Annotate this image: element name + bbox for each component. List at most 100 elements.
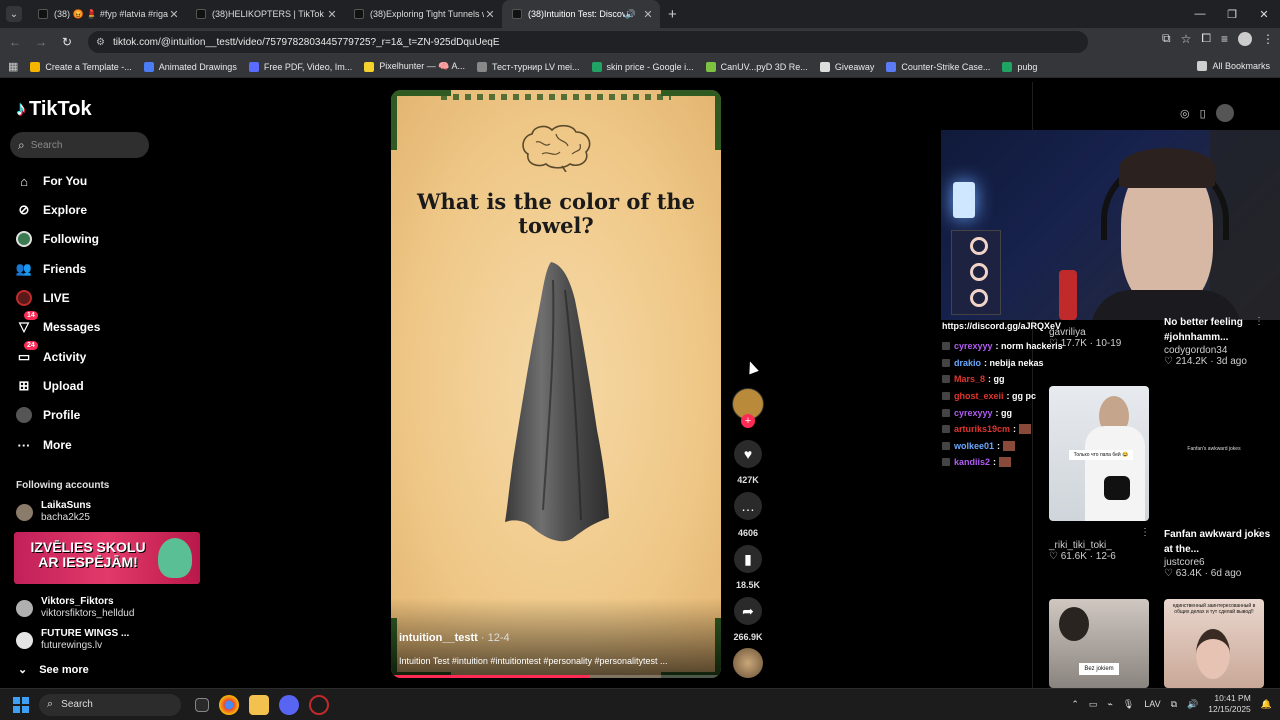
bookmark-item[interactable]: skin price - Google i... [591, 61, 694, 72]
bookmark-item[interactable]: Counter-Strike Case... [886, 61, 990, 72]
discord-icon[interactable] [279, 694, 299, 715]
browser-tab-3[interactable]: (38)Exploring Tight Tunnels wit ✕ [344, 0, 502, 28]
bookmark-item[interactable]: Pixelhunter — 🧠 A... [364, 61, 465, 72]
bookmark-item[interactable]: Free PDF, Video, Im... [248, 61, 352, 72]
close-tab-icon[interactable]: ✕ [326, 8, 338, 21]
bookmark-favicon-icon [591, 61, 602, 72]
close-tab-icon[interactable]: ✕ [484, 8, 496, 21]
browser-tab-active[interactable]: (38)Intuition Test: Discover 🔊 ✕ [502, 0, 660, 28]
nav-activity[interactable]: ▭ 24 Activity [16, 341, 86, 365]
bookmark-star-icon[interactable]: ☆ [1181, 32, 1192, 46]
close-tab-icon[interactable]: ✕ [642, 8, 654, 21]
tiktok-logo[interactable]: ♪ TikTok [16, 98, 92, 121]
device-icon[interactable]: ▯ [1200, 107, 1206, 120]
nav-profile[interactable]: Profile [16, 407, 80, 423]
see-more-button[interactable]: ⌄ See more [18, 663, 89, 677]
bookmark-favicon-icon [1002, 61, 1013, 72]
back-icon[interactable]: ← [4, 31, 26, 53]
network-icon[interactable]: ⌁ [1107, 699, 1112, 710]
chat-username: cyrexyyy [954, 407, 993, 418]
taskbar-search[interactable]: ⌕ Search [39, 693, 181, 716]
chat-badge-icon [942, 408, 950, 417]
related-thumbnail[interactable]: Bez jokiem [1049, 599, 1149, 688]
site-info-icon[interactable]: ⚙ [96, 37, 105, 48]
browser-tab-1[interactable]: (38) 😡 💄 #fyp #latvia #riga #i ✕ [28, 0, 186, 28]
sound-disc-icon[interactable] [733, 648, 763, 678]
related-video-3[interactable]: _riki_tiki_toki_ ♡ 61.6K · 12-6 [1049, 540, 1149, 562]
more-options-icon[interactable]: ⋮ [1254, 316, 1264, 327]
video-player[interactable]: What is the color of the towel? intuitio… [391, 90, 721, 678]
related-thumbnail[interactable]: Только что папа бей 😂 [1049, 386, 1149, 521]
notifications-icon[interactable]: 🔔 [1261, 699, 1272, 710]
install-app-icon[interactable]: ⧉ [1162, 31, 1171, 46]
promo-banner[interactable]: IZVĒLIES SKOLU AR IESPĒJĀM! [14, 532, 200, 584]
nav-more[interactable]: ··· More [16, 437, 72, 453]
search-input[interactable]: ⌕ Search [10, 132, 149, 158]
bookmark-item[interactable]: Giveaway [819, 61, 874, 72]
bookmark-favicon-icon [30, 61, 41, 72]
monitor-icon[interactable]: ⧉ [1171, 699, 1177, 710]
address-bar[interactable]: ⚙ tiktok.com/@intuition__testt/video/757… [88, 31, 1088, 53]
bookmark-item[interactable]: CanUV...pyD 3D Re... [705, 61, 808, 72]
display-icon[interactable]: ▭ [1089, 699, 1098, 710]
related-thumbnail[interactable]: Fanfan's awkward jokes [1164, 386, 1264, 521]
nav-following[interactable]: Following [16, 231, 99, 247]
chevron-up-icon[interactable]: ⌃ [1071, 699, 1079, 710]
nav-messages[interactable]: ▽ 14 Messages [16, 311, 100, 335]
nav-friends[interactable]: 👥 Friends [16, 261, 86, 277]
comment-button[interactable]: … [734, 492, 762, 520]
microphone-icon[interactable]: 🎙 [1123, 699, 1134, 710]
volume-icon[interactable]: 🔊 [1187, 699, 1198, 710]
all-bookmarks-button[interactable]: All Bookmarks [1197, 61, 1270, 71]
share-button[interactable]: ➦ [734, 597, 762, 625]
task-view-icon[interactable] [195, 697, 209, 712]
system-tray: ⌃ ▭ ⌁ 🎙 LAV ⧉ 🔊 10:41 PM 12/15/2025 🔔 [1071, 693, 1272, 715]
clock[interactable]: 10:41 PM 12/15/2025 [1208, 693, 1251, 715]
video-stats: ♡ 63.4K · 6d ago [1164, 568, 1242, 579]
nav-upload[interactable]: ⊞ Upload [16, 378, 84, 394]
bookmark-item[interactable]: pubg [1002, 61, 1037, 72]
profile-avatar-icon[interactable] [1238, 31, 1252, 46]
close-tab-icon[interactable]: ✕ [168, 8, 180, 21]
more-options-icon[interactable]: ⋮ [1140, 527, 1150, 538]
minimize-icon[interactable]: — [1184, 0, 1216, 28]
browser-tab-2[interactable]: (38)HELIKOPTERS | TikTok ✕ [186, 0, 344, 28]
nav-live[interactable]: LIVE [16, 290, 70, 306]
following-account[interactable]: LaikaSuns bacha2k25 [16, 500, 91, 524]
video-author[interactable]: intuition__testt · 12-4 [399, 632, 510, 644]
new-tab-icon[interactable]: + [668, 6, 677, 23]
language-indicator[interactable]: LAV [1144, 699, 1160, 709]
forward-icon[interactable]: → [30, 31, 52, 53]
more-options-icon[interactable]: ⋮ [1254, 527, 1264, 538]
stream-chat-overlay: https://discord.gg/aJRQXeV cyrexyyy: nor… [942, 321, 1063, 471]
nav-for-you[interactable]: ⌂ For You [16, 173, 87, 189]
follow-plus-icon[interactable]: + [741, 414, 755, 428]
coin-icon[interactable]: ◎ [1180, 107, 1190, 120]
video-progress-bar[interactable] [391, 675, 721, 678]
recording-app-icon[interactable] [309, 694, 329, 715]
chat-username: arturiks19cm [954, 424, 1011, 435]
bookmark-item[interactable]: Тест-турнир LV mei... [476, 61, 580, 72]
chrome-icon[interactable] [219, 694, 239, 715]
bookmark-item[interactable]: Animated Drawings [143, 61, 237, 72]
bookmark-item[interactable]: Create a Template -... [30, 61, 132, 72]
nav-explore[interactable]: ⊘ Explore [16, 202, 87, 218]
apps-grid-icon[interactable]: ▦ [8, 60, 18, 73]
extensions-icon[interactable]: ⧠ [1201, 31, 1211, 46]
related-video-1[interactable]: gavriliya ♡ 17.7K · 10-19 [1049, 327, 1149, 349]
reload-icon[interactable]: ↻ [56, 31, 78, 53]
chrome-menu-icon[interactable]: ⋮ [1262, 32, 1274, 46]
windows-start-icon[interactable] [13, 696, 29, 713]
speaker-icon[interactable]: 🔊 [625, 9, 636, 20]
tab-search-icon[interactable]: ⌄ [6, 6, 22, 22]
close-window-icon[interactable]: ✕ [1248, 0, 1280, 28]
save-button[interactable]: ▮ [734, 545, 762, 573]
related-thumbnail[interactable]: единственный заинтересованный в общих де… [1164, 599, 1264, 688]
file-explorer-icon[interactable] [249, 694, 269, 715]
user-avatar[interactable] [1215, 104, 1234, 122]
like-button[interactable]: ♥ [734, 440, 762, 468]
restore-icon[interactable]: ❐ [1216, 0, 1248, 28]
following-account[interactable]: FUTURE WINGS ... futurewings.lv [16, 628, 129, 652]
media-controls-icon[interactable]: ≡ [1221, 32, 1228, 46]
following-account[interactable]: Viktors_Fiktors viktorsfiktors_helldud [16, 596, 134, 620]
